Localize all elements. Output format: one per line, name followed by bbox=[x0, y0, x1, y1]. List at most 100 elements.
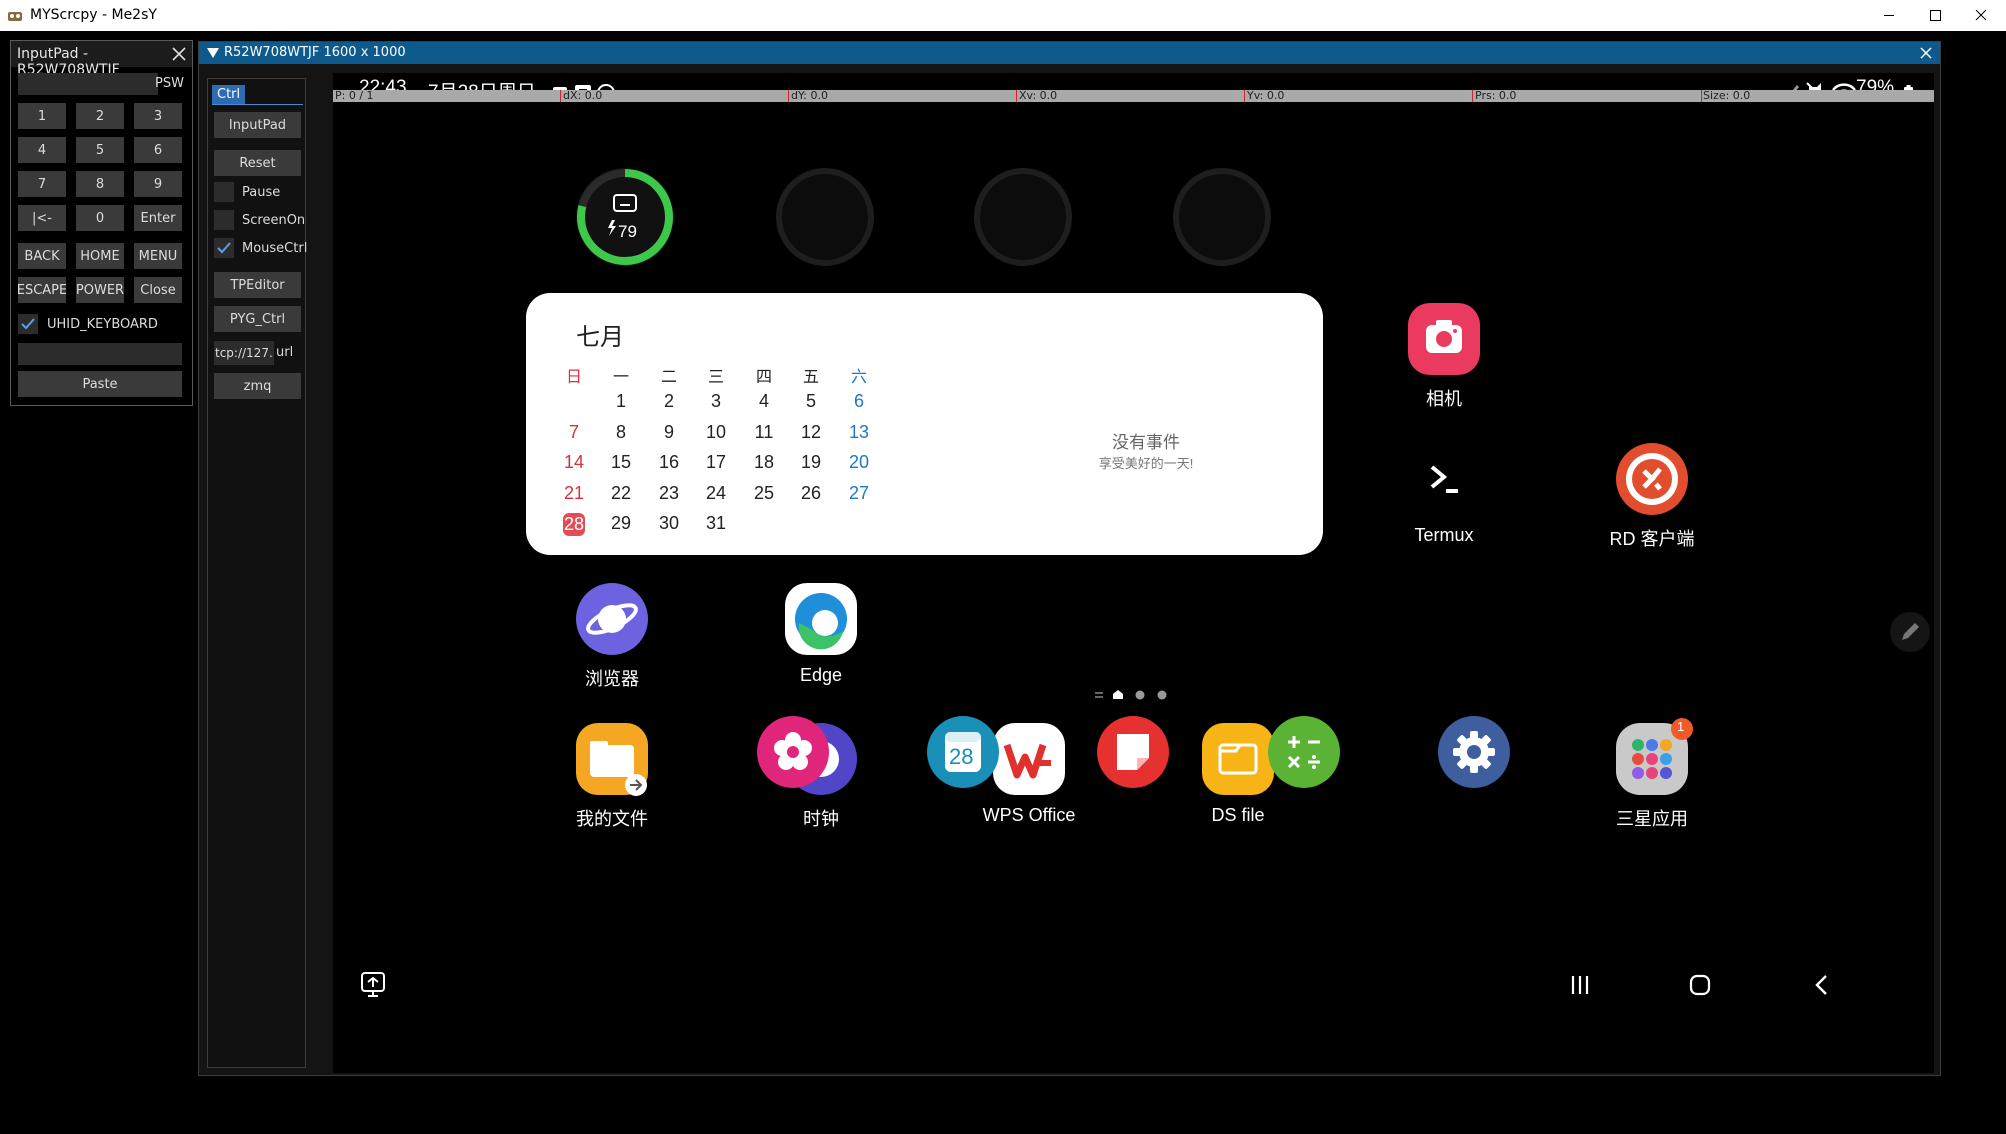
app-browser-label: 浏览器 bbox=[585, 669, 639, 689]
home-button[interactable]: HOME bbox=[76, 243, 124, 269]
calendar-day[interactable]: 4 bbox=[744, 391, 784, 412]
app-browser[interactable]: 浏览器 bbox=[537, 583, 687, 691]
tab-ctrl[interactable]: Ctrl bbox=[212, 83, 303, 105]
calendar-day[interactable]: 6 bbox=[839, 391, 879, 412]
calendar-day-today[interactable]: 28 bbox=[563, 513, 585, 536]
calendar-day[interactable]: 31 bbox=[696, 513, 736, 534]
key-0[interactable]: 0 bbox=[76, 205, 124, 231]
calendar-day[interactable]: 18 bbox=[744, 452, 784, 473]
calendar-day[interactable]: 16 bbox=[649, 452, 689, 473]
window-titlebar: MYScrcpy - Me2sY bbox=[0, 0, 2006, 31]
key-1[interactable]: 1 bbox=[18, 103, 66, 129]
dock-calendar[interactable]: 28 bbox=[927, 716, 999, 788]
screenshot-toggle-icon[interactable] bbox=[359, 970, 387, 998]
calendar-day[interactable]: 8 bbox=[601, 422, 641, 443]
key-7[interactable]: 7 bbox=[18, 171, 66, 197]
back-icon[interactable] bbox=[1810, 973, 1834, 997]
reset-button[interactable]: Reset bbox=[214, 150, 301, 176]
pause-checkbox[interactable] bbox=[214, 182, 234, 202]
key-9[interactable]: 9 bbox=[134, 171, 182, 197]
close-window-button[interactable] bbox=[1958, 0, 2004, 31]
key-5[interactable]: 5 bbox=[76, 137, 124, 163]
calendar-day[interactable]: 15 bbox=[601, 452, 641, 473]
calendar-month: 七月 bbox=[576, 324, 624, 351]
calendar-day[interactable]: 3 bbox=[696, 391, 736, 412]
zmq-button[interactable]: zmq bbox=[214, 373, 301, 399]
tpeditor-button[interactable]: TPEditor bbox=[214, 272, 301, 298]
dock-notes[interactable] bbox=[1097, 716, 1169, 788]
maximize-button[interactable] bbox=[1912, 0, 1958, 31]
mousectrl-checkbox[interactable] bbox=[214, 238, 234, 258]
calendar-day[interactable]: 2 bbox=[649, 391, 689, 412]
calendar-day[interactable]: 22 bbox=[601, 483, 641, 504]
paste-button[interactable]: Paste bbox=[18, 371, 182, 397]
key-8[interactable]: 8 bbox=[76, 171, 124, 197]
recents-icon[interactable] bbox=[1568, 973, 1592, 997]
app-termux[interactable]: Termux bbox=[1369, 443, 1519, 546]
close-button[interactable]: Close bbox=[134, 277, 182, 303]
key-backspace[interactable]: |<- bbox=[18, 205, 66, 231]
calendar-widget[interactable]: 七月 日一二三四五六 1 2 3 4 5 6 7 8 9 10 11 12 13 14 15 16 17 18 19 2… bbox=[526, 293, 1323, 555]
device-screen[interactable]: 22:43 7月28日周日 79% P: 0 / 1 dX: 0.0 dY: 0… bbox=[333, 73, 1934, 1073]
calendar-day[interactable]: 23 bbox=[649, 483, 689, 504]
menu-button[interactable]: MENU bbox=[134, 243, 182, 269]
calendar-day[interactable]: 7 bbox=[554, 422, 594, 443]
calendar-day[interactable]: 10 bbox=[696, 422, 736, 443]
escape-button[interactable]: ESCAPE bbox=[18, 277, 66, 303]
close-icon[interactable] bbox=[1918, 45, 1934, 61]
minimize-icon bbox=[1884, 15, 1894, 16]
dock-gallery[interactable] bbox=[757, 716, 829, 788]
page-indicator[interactable] bbox=[1093, 689, 1173, 701]
app-samsung-folder[interactable]: 1 三星应用 bbox=[1577, 718, 1727, 831]
empty-ring-widget-2 bbox=[974, 168, 1072, 266]
key-4[interactable]: 4 bbox=[18, 137, 66, 163]
calendar-day[interactable]: 30 bbox=[649, 513, 689, 534]
gear-icon bbox=[1453, 731, 1495, 773]
calendar-day[interactable]: 29 bbox=[601, 513, 641, 534]
calendar-weekday: 五 bbox=[802, 369, 819, 386]
power-button[interactable]: POWER bbox=[76, 277, 124, 303]
key-enter[interactable]: Enter bbox=[134, 205, 182, 231]
calendar-day[interactable]: 13 bbox=[839, 422, 879, 443]
calendar-day[interactable]: 17 bbox=[696, 452, 736, 473]
dock-calculator[interactable] bbox=[1268, 716, 1340, 788]
app-camera[interactable]: 相机 bbox=[1369, 303, 1519, 411]
app-my-files-label: 我的文件 bbox=[576, 809, 648, 829]
collapse-icon[interactable] bbox=[207, 48, 219, 58]
psw-input[interactable] bbox=[18, 73, 158, 95]
calendar-day[interactable]: 27 bbox=[839, 483, 879, 504]
tcp-address-input[interactable] bbox=[214, 341, 274, 365]
calendar-day[interactable]: 21 bbox=[554, 483, 594, 504]
calendar-day[interactable]: 11 bbox=[744, 422, 784, 443]
folder-apps-icon: 1 bbox=[1616, 718, 1693, 795]
key-3[interactable]: 3 bbox=[134, 103, 182, 129]
calendar-day[interactable]: 25 bbox=[744, 483, 784, 504]
inputpad-button[interactable]: InputPad bbox=[214, 112, 301, 138]
calendar-weekday: 日 bbox=[565, 369, 582, 386]
calendar-day[interactable]: 1 bbox=[601, 391, 641, 412]
calendar-day[interactable]: 24 bbox=[696, 483, 736, 504]
battery-ring-widget[interactable]: 79 bbox=[576, 168, 674, 266]
key-6[interactable]: 6 bbox=[134, 137, 182, 163]
calendar-day[interactable]: 12 bbox=[791, 422, 831, 443]
calendar-day[interactable]: 19 bbox=[791, 452, 831, 473]
app-edge[interactable]: Edge bbox=[746, 583, 896, 686]
calendar-day[interactable]: 26 bbox=[791, 483, 831, 504]
pygctrl-button[interactable]: PYG_Ctrl bbox=[214, 306, 301, 332]
close-icon[interactable] bbox=[170, 45, 188, 63]
calendar-day[interactable]: 20 bbox=[839, 452, 879, 473]
uhid-keyboard-checkbox[interactable] bbox=[18, 314, 38, 334]
calendar-day[interactable]: 5 bbox=[791, 391, 831, 412]
home-icon[interactable] bbox=[1688, 973, 1712, 997]
app-my-files[interactable]: 我的文件 bbox=[537, 723, 687, 831]
minimize-button[interactable] bbox=[1866, 0, 1912, 31]
dock-settings[interactable] bbox=[1438, 716, 1510, 788]
calendar-day[interactable]: 14 bbox=[554, 452, 594, 473]
app-rd-client[interactable]: RD 客户端 bbox=[1577, 443, 1727, 551]
screenon-checkbox[interactable] bbox=[214, 210, 234, 230]
calendar-day[interactable]: 9 bbox=[649, 422, 689, 443]
back-button[interactable]: BACK bbox=[18, 243, 66, 269]
key-2[interactable]: 2 bbox=[76, 103, 124, 129]
text-input[interactable] bbox=[18, 343, 182, 365]
edit-icon[interactable] bbox=[1889, 611, 1931, 653]
